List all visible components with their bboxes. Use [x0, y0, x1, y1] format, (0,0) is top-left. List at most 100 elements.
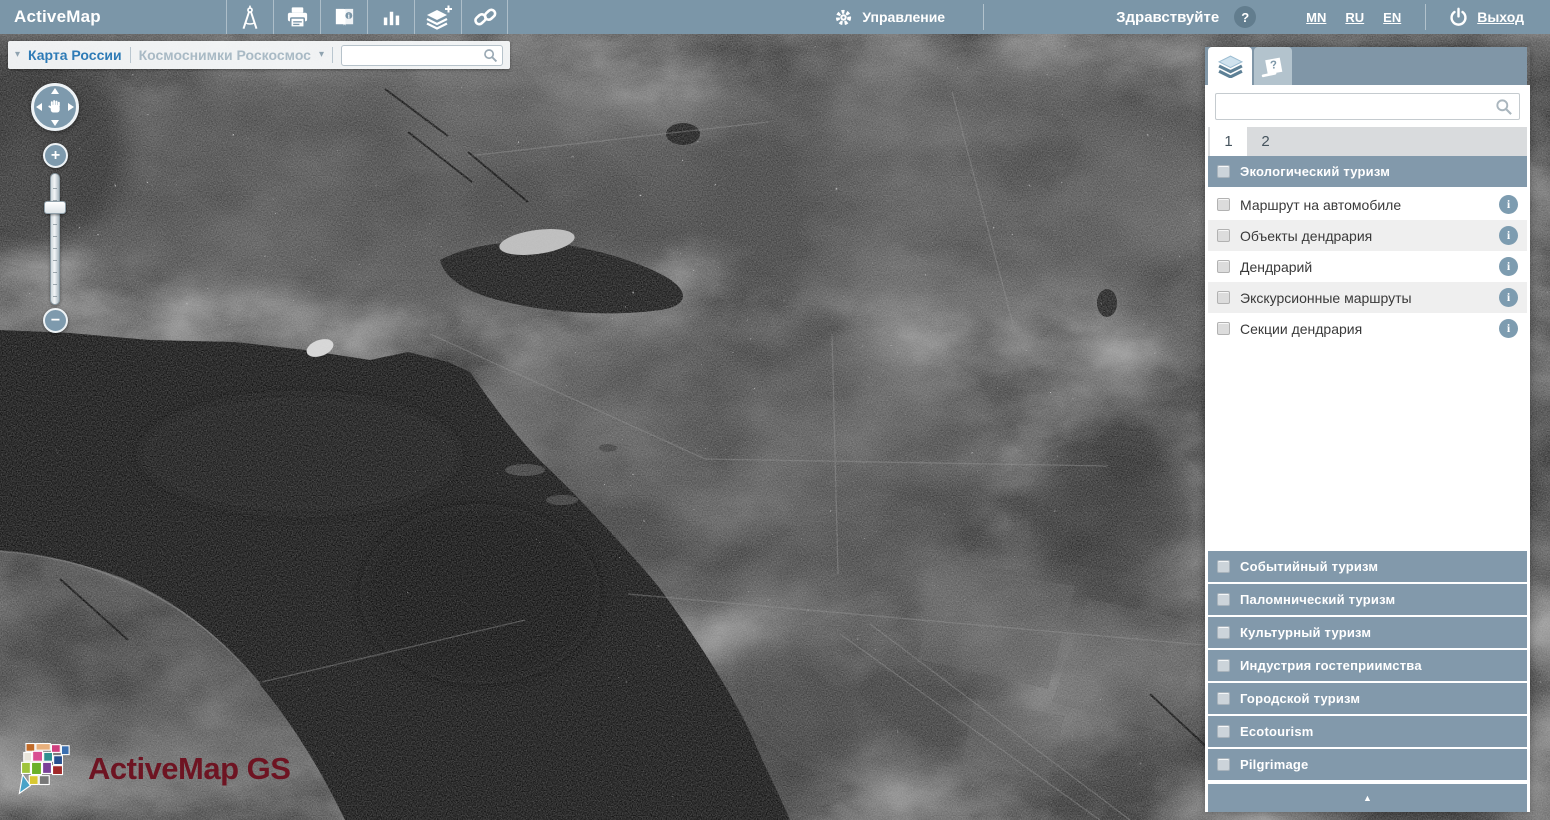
minus-icon: − — [51, 313, 60, 329]
group-header-hospitality-industry[interactable]: Индустрия гостеприимства — [1208, 650, 1527, 681]
power-icon — [1448, 7, 1469, 28]
panel-tabstrip: ? — [1205, 47, 1527, 85]
group-header-cultural-tourism[interactable]: Культурный туризм — [1208, 617, 1527, 648]
watermark: ActiveMap GS — [16, 740, 290, 798]
layers-icon — [1217, 55, 1244, 78]
tab-layers[interactable] — [1208, 47, 1252, 85]
question-icon: ? — [1241, 10, 1249, 25]
print-tool-button[interactable] — [273, 0, 320, 34]
hand-icon — [47, 99, 64, 116]
group-header-ecological-tourism[interactable]: Экологический туризм — [1208, 156, 1527, 187]
zoom-in-button[interactable]: + — [43, 143, 68, 168]
layer-info-icon[interactable]: i — [1499, 319, 1518, 338]
app-logo: ActiveMap — [14, 7, 226, 27]
layer-row[interactable]: Экскурсионные маршруты i — [1208, 282, 1527, 313]
layer-checkbox[interactable] — [1217, 198, 1230, 211]
pan-right-icon[interactable] — [68, 103, 74, 111]
layers-panel: ? 1 2 Экологический туризм Маршрут на ав… — [1205, 47, 1530, 812]
search-icon — [483, 48, 498, 63]
caret-down-icon[interactable]: ▾ — [15, 50, 20, 60]
layer-row[interactable]: Маршрут на автомобиле i — [1208, 189, 1527, 220]
topbar-divider — [1425, 4, 1426, 30]
statistics-tool-button[interactable] — [367, 0, 414, 34]
layer-checkbox[interactable] — [1217, 260, 1230, 273]
layer-checkbox[interactable] — [1217, 291, 1230, 304]
lang-link-mn[interactable]: MN — [1306, 10, 1326, 25]
lang-link-ru[interactable]: RU — [1345, 10, 1364, 25]
management-button[interactable]: Управление — [834, 8, 945, 27]
lang-link-en[interactable]: EN — [1383, 10, 1401, 25]
zoom-slider-ticks — [53, 177, 57, 301]
layer-groups-list: Экологический туризм Маршрут на автомоби… — [1208, 156, 1527, 782]
topbar-divider — [983, 4, 984, 30]
group-header-event-tourism[interactable]: Событийный туризм — [1208, 551, 1527, 582]
pan-left-icon[interactable] — [36, 103, 42, 111]
add-layers-tool-button[interactable] — [414, 0, 461, 34]
panel-collapse-button[interactable]: ▲ — [1208, 784, 1527, 812]
layer-info-icon[interactable]: i — [1499, 226, 1518, 245]
topbar-right: Управление Здравствуйте ? MN RU EN Выход — [834, 0, 1550, 34]
logout-button[interactable]: Выход — [1448, 7, 1524, 28]
group-header-pilgrimage-en[interactable]: Pilgrimage — [1208, 749, 1527, 780]
layer-row[interactable]: Секции дендрария i — [1208, 313, 1527, 344]
pan-up-icon[interactable] — [51, 88, 59, 94]
group-checkbox[interactable] — [1217, 165, 1230, 178]
group-header-pilgrimage-tourism[interactable]: Паломнический туризм — [1208, 584, 1527, 615]
layer-row[interactable]: Объекты дендрария i — [1208, 220, 1527, 251]
reference-tool-button[interactable]: i — [320, 0, 367, 34]
watermark-brand: ActiveMap GS — [88, 751, 290, 787]
help-button[interactable]: ? — [1234, 6, 1256, 28]
base-map-selector[interactable]: Карта России — [28, 47, 122, 63]
toolbar: i — [226, 0, 508, 34]
panel-search — [1208, 85, 1527, 127]
tab-legend[interactable]: ? — [1254, 47, 1292, 85]
panel-body: 1 2 Экологический туризм Маршрут на авто… — [1205, 85, 1530, 812]
language-switcher: MN RU EN — [1306, 10, 1401, 25]
zoom-out-button[interactable]: − — [43, 308, 68, 333]
map-search-box — [341, 45, 503, 66]
link-tool-button[interactable] — [461, 0, 508, 34]
panel-spacer — [1208, 344, 1527, 551]
group-checkbox[interactable] — [1217, 692, 1230, 705]
layers-plus-icon — [424, 4, 453, 31]
layer-info-icon[interactable]: i — [1499, 257, 1518, 276]
layer-info-icon[interactable]: i — [1499, 195, 1518, 214]
topbar: ActiveMap i Управление — [0, 0, 1550, 34]
group-header-city-tourism[interactable]: Городской туризм — [1208, 683, 1527, 714]
group-header-ecotourism-en[interactable]: Ecotourism — [1208, 716, 1527, 747]
group-checkbox[interactable] — [1217, 725, 1230, 738]
measure-tool-button[interactable] — [226, 0, 273, 34]
greeting-text: Здравствуйте — [1116, 9, 1219, 26]
page-tab-2[interactable]: 2 — [1247, 127, 1284, 156]
caret-down-icon[interactable]: ▾ — [319, 50, 324, 60]
zoom-slider[interactable] — [50, 173, 60, 305]
logout-label: Выход — [1477, 9, 1524, 25]
gear-icon — [834, 8, 853, 27]
map-search-input[interactable] — [341, 45, 503, 66]
reference-book-icon: i — [332, 5, 357, 30]
printer-icon — [285, 5, 310, 30]
layer-source-selector[interactable]: Космоснимки Роскосмос — [139, 47, 311, 63]
bar-chart-icon — [380, 6, 403, 29]
app-window: ActiveMap i Управление — [0, 0, 1550, 820]
group-checkbox[interactable] — [1217, 626, 1230, 639]
layers-search-input[interactable] — [1215, 93, 1520, 120]
group-checkbox[interactable] — [1217, 758, 1230, 771]
group-checkbox[interactable] — [1217, 659, 1230, 672]
layer-checkbox[interactable] — [1217, 322, 1230, 335]
pan-control[interactable] — [31, 83, 79, 131]
layer-checkbox[interactable] — [1217, 229, 1230, 242]
panel-page-tabs: 1 2 — [1208, 127, 1527, 156]
plus-icon: + — [51, 148, 60, 164]
layer-info-icon[interactable]: i — [1499, 288, 1518, 307]
activemap-gs-logo-icon — [16, 740, 78, 798]
group-checkbox[interactable] — [1217, 593, 1230, 606]
selector-divider — [332, 47, 333, 63]
collapse-up-icon: ▲ — [1363, 793, 1372, 803]
map-selector-bar: ▾ Карта России Космоснимки Роскосмос ▾ — [8, 41, 510, 69]
pan-down-icon[interactable] — [51, 120, 59, 126]
zoom-slider-handle[interactable] — [44, 201, 66, 214]
layer-row[interactable]: Дендрарий i — [1208, 251, 1527, 282]
page-tab-1[interactable]: 1 — [1210, 127, 1247, 156]
group-checkbox[interactable] — [1217, 560, 1230, 573]
